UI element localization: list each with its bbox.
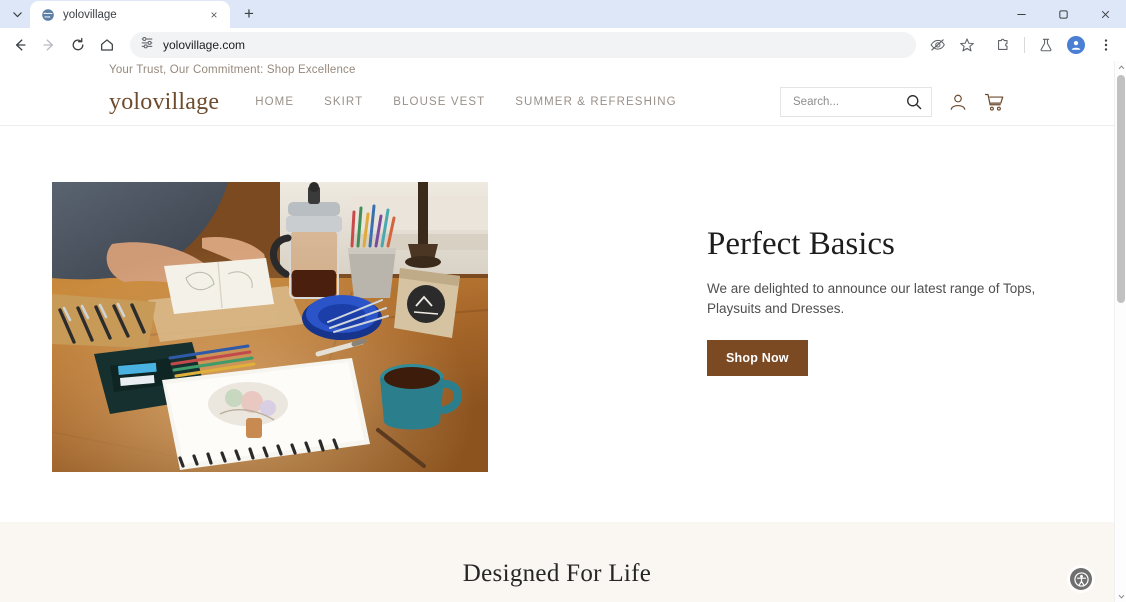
url-text: yolovillage.com [163,37,246,52]
new-tab-button[interactable]: + [236,1,262,27]
page-viewport: Your Trust, Our Commitment: Shop Excelle… [0,61,1126,602]
hero-section: Perfect Basics We are delighted to annou… [0,126,1114,522]
account-icon[interactable] [948,92,968,112]
window-close-button[interactable] [1084,0,1126,28]
tracking-protection-button[interactable] [923,31,951,59]
scrollbar-thumb[interactable] [1117,75,1125,303]
hero-image [52,182,488,472]
minimize-icon [1016,13,1026,15]
back-arrow-icon [15,38,26,51]
back-button[interactable] [6,31,34,59]
search-box[interactable] [780,87,932,117]
browser-window: yolovillage × + yolovillage.com Your Tru… [0,0,1126,602]
extensions-button[interactable] [989,31,1017,59]
chevron-down-icon [12,11,22,17]
forward-button[interactable] [35,31,63,59]
bookmark-button[interactable] [953,31,981,59]
tab-close-button[interactable]: × [206,7,222,23]
tab-strip: yolovillage × + [0,0,1126,28]
shop-now-button[interactable]: Shop Now [707,339,808,376]
nav-item-skirt[interactable]: SKIRT [324,96,363,108]
search-input[interactable] [793,96,905,108]
search-icon[interactable] [905,93,923,111]
toolbar-actions [923,31,1120,59]
nav-item-home[interactable]: HOME [255,96,294,108]
maximize-icon [1058,9,1068,19]
accessibility-icon [1073,571,1089,587]
nav-item-blouse-vest[interactable]: BLOUSE VEST [393,96,485,108]
site-header: yolovillage HOME SKIRT BLOUSE VEST SUMME… [0,79,1114,126]
address-bar[interactable]: yolovillage.com [130,31,916,58]
section-heading: Designed For Life [462,560,652,587]
window-maximize-button[interactable] [1042,0,1084,28]
window-minimize-button[interactable] [1000,0,1042,28]
star-icon [960,37,974,51]
chevron-up-icon [1118,64,1124,69]
hero-subtitle: We are delighted to announce our latest … [707,280,1036,317]
site-settings-icon[interactable] [140,35,154,54]
header-actions [780,87,1005,117]
web-page: Your Trust, Our Commitment: Shop Excelle… [0,61,1114,602]
three-dot-menu-icon [1104,38,1108,51]
hero-title: Perfect Basics [707,226,895,262]
flask-icon [1040,38,1052,51]
tab-search-button[interactable] [4,1,30,27]
hero-text-block: Perfect Basics We are delighted to annou… [707,226,1067,376]
globe-icon [40,7,55,22]
forward-arrow-icon [43,38,54,51]
reload-icon [72,37,84,50]
site-logo[interactable]: yolovillage [109,89,219,116]
reload-button[interactable] [64,31,92,59]
accessibility-widget-button[interactable] [1070,568,1092,590]
announcement-bar: Your Trust, Our Commitment: Shop Excelle… [0,61,1114,79]
chevron-down-icon [1118,594,1124,599]
designed-for-life-section: Designed For Life [0,522,1114,602]
nav-item-summer-refreshing[interactable]: SUMMER & REFRESHING [515,96,676,108]
toolbar-divider [1024,36,1025,53]
eye-slash-icon [930,39,945,51]
main-navigation: HOME SKIRT BLOUSE VEST SUMMER & REFRESHI… [255,96,677,108]
announcement-text: Your Trust, Our Commitment: Shop Excelle… [109,64,356,76]
scroll-up-arrow[interactable] [1115,61,1126,73]
cart-icon[interactable] [984,92,1005,113]
browser-toolbar: yolovillage.com [0,28,1126,61]
puzzle-piece-icon [998,38,1008,50]
home-icon [101,38,113,51]
profile-button[interactable] [1062,31,1090,59]
browser-menu-button[interactable] [1092,31,1120,59]
labs-button[interactable] [1032,31,1060,59]
browser-tab[interactable]: yolovillage × [30,1,230,28]
window-controls [1000,0,1126,28]
profile-avatar-icon [1067,35,1085,54]
scroll-down-arrow[interactable] [1115,590,1126,602]
tab-title: yolovillage [63,8,117,21]
page-scrollbar[interactable] [1114,61,1126,602]
home-button[interactable] [93,31,121,59]
close-icon [1101,10,1109,18]
